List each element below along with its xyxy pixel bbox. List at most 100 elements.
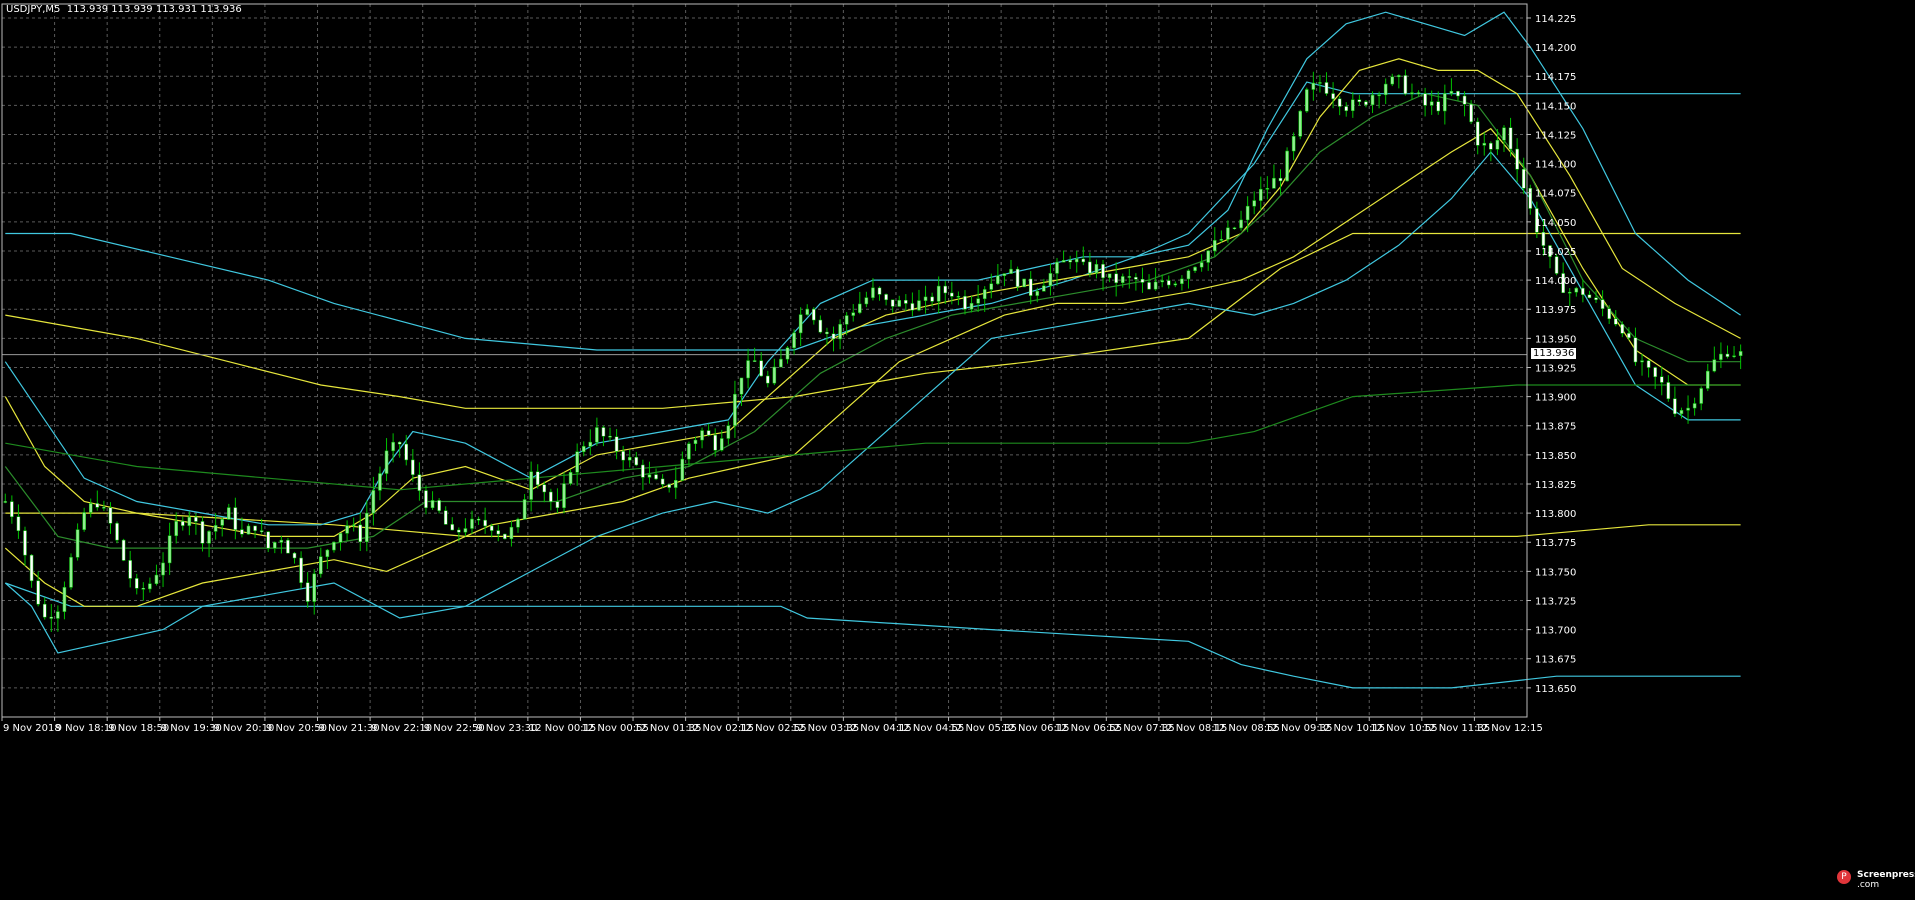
candle-body bbox=[384, 450, 389, 474]
screenpresso-logo-icon: P bbox=[1837, 870, 1851, 884]
candle-body bbox=[1712, 359, 1717, 372]
candle-body bbox=[1666, 382, 1671, 399]
candle-body bbox=[871, 287, 875, 298]
ohlc-label: 113.939 113.939 113.931 113.936 bbox=[66, 4, 242, 15]
candle-body bbox=[1456, 90, 1460, 97]
candle-body bbox=[1272, 177, 1276, 189]
candle-body bbox=[108, 507, 113, 524]
y-tick-label: 113.800 bbox=[1535, 509, 1576, 520]
candle-body bbox=[332, 542, 336, 551]
candle-body bbox=[522, 499, 527, 520]
candle-body bbox=[621, 451, 625, 461]
candle-body bbox=[516, 518, 520, 528]
candle-body bbox=[496, 530, 501, 535]
candle-body bbox=[844, 315, 849, 325]
candle-body bbox=[542, 484, 547, 493]
y-tick-label: 113.925 bbox=[1535, 363, 1576, 374]
candle-body bbox=[877, 287, 882, 295]
candle-body bbox=[1291, 136, 1296, 152]
candle-body bbox=[246, 525, 251, 535]
candle-body bbox=[989, 283, 994, 290]
candle-body bbox=[1370, 94, 1375, 106]
candle-body bbox=[1699, 388, 1703, 404]
candle-body bbox=[1364, 101, 1368, 106]
candle-body bbox=[1706, 370, 1710, 389]
candle-body bbox=[1587, 294, 1592, 299]
candle-body bbox=[69, 557, 73, 588]
candle-body bbox=[1357, 99, 1362, 102]
candle-body bbox=[693, 439, 698, 444]
candle-body bbox=[1068, 260, 1072, 263]
candle-body bbox=[286, 539, 290, 554]
candle-body bbox=[417, 474, 422, 491]
candle-body bbox=[851, 312, 855, 316]
candle-body bbox=[1107, 273, 1112, 279]
candle-body bbox=[141, 588, 146, 590]
chart[interactable]: 114.225 114.200 114.175 114.150 114.125 114.1… bbox=[0, 0, 1915, 896]
candle-body bbox=[1508, 127, 1513, 150]
candle-body bbox=[1738, 351, 1743, 356]
y-tick-label: 113.950 bbox=[1535, 334, 1576, 345]
y-tick-label: 113.850 bbox=[1535, 451, 1576, 462]
chart-canvas[interactable]: 114.225 114.200 114.175 114.150 114.125 114.1… bbox=[0, 0, 1915, 896]
candle-body bbox=[181, 521, 185, 526]
candle-body bbox=[1206, 250, 1210, 263]
y-tick-label: 113.700 bbox=[1535, 626, 1576, 637]
candle-body bbox=[16, 516, 21, 531]
candle-body bbox=[1475, 121, 1480, 146]
candle-body bbox=[680, 458, 685, 481]
candle-body bbox=[1410, 92, 1414, 95]
candle-body bbox=[102, 507, 106, 509]
candle-body bbox=[1035, 291, 1040, 296]
symbol-header: USDJPY,M5 113.939 113.939 113.931 113.93… bbox=[6, 4, 242, 15]
candle-body bbox=[187, 516, 192, 526]
candle-body bbox=[1515, 148, 1519, 170]
candle-body bbox=[1462, 95, 1467, 105]
candle-body bbox=[1725, 353, 1730, 357]
candle-body bbox=[200, 521, 205, 544]
candle-body bbox=[1042, 285, 1046, 292]
candle-body bbox=[956, 296, 961, 298]
candle-body bbox=[1324, 82, 1329, 94]
candle-body bbox=[503, 533, 507, 540]
candle-body bbox=[49, 616, 54, 619]
candle-body bbox=[1528, 188, 1533, 209]
candle-body bbox=[1199, 262, 1204, 268]
candle-body bbox=[930, 296, 934, 302]
candle-body bbox=[627, 457, 632, 461]
candle-body bbox=[154, 574, 159, 584]
candle-body bbox=[1383, 83, 1388, 96]
candle-body bbox=[1443, 93, 1447, 112]
candle-body bbox=[174, 521, 178, 536]
candle-body bbox=[1482, 142, 1487, 146]
candle-body bbox=[1265, 188, 1270, 190]
candle-body bbox=[1423, 93, 1427, 106]
candle-body bbox=[568, 472, 573, 484]
candle-body bbox=[259, 530, 264, 533]
candle-body bbox=[1449, 90, 1454, 94]
candle-body bbox=[23, 530, 27, 556]
candle-body bbox=[430, 500, 435, 508]
candle-body bbox=[1469, 103, 1473, 123]
candle-body bbox=[1015, 268, 1020, 288]
candle-body bbox=[1252, 200, 1256, 207]
watermark: P Screenpresso.com bbox=[1835, 864, 1915, 894]
candle-body bbox=[969, 303, 974, 310]
candle-body bbox=[1640, 360, 1644, 363]
candle-body bbox=[976, 298, 980, 304]
candle-body bbox=[720, 438, 724, 451]
candle-body bbox=[674, 480, 678, 488]
candle-body bbox=[759, 360, 763, 377]
candle-body bbox=[910, 303, 915, 311]
candle-body bbox=[115, 523, 119, 541]
candle-body bbox=[1318, 82, 1322, 84]
candle-body bbox=[227, 507, 231, 520]
candle-body bbox=[1055, 261, 1059, 274]
candle-body bbox=[470, 518, 474, 529]
y-tick-label: 113.825 bbox=[1535, 480, 1576, 491]
candle-body bbox=[996, 275, 1000, 284]
candle-body bbox=[529, 471, 533, 500]
candle-body bbox=[36, 580, 40, 605]
candle-body bbox=[1495, 139, 1500, 150]
candle-body bbox=[450, 524, 455, 531]
